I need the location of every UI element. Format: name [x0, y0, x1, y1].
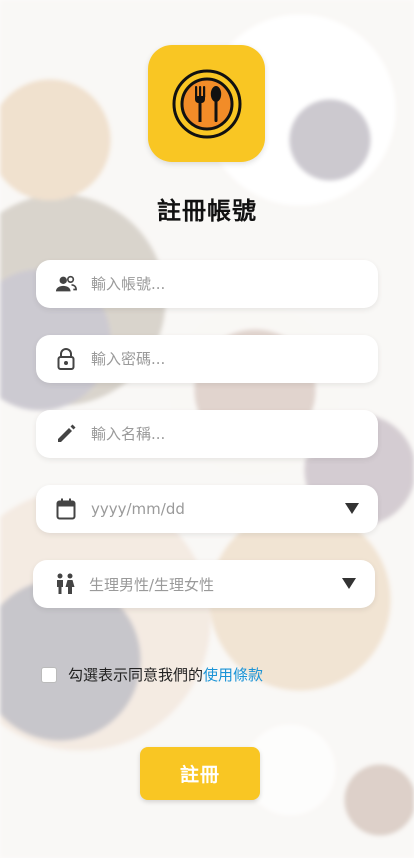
gender-placeholder: 生理男性/生理女性 — [89, 575, 215, 594]
birthday-placeholder: yyyy/mm/dd — [91, 500, 185, 518]
page-title: 註冊帳號 — [157, 197, 257, 225]
terms-checkbox[interactable] — [41, 666, 57, 683]
password-field[interactable] — [36, 335, 378, 383]
terms-agreement: 勾選表示同意我們的 使用條款 — [41, 664, 263, 685]
account-input[interactable] — [91, 275, 321, 293]
male-female-icon — [54, 573, 76, 595]
name-field[interactable] — [36, 410, 378, 458]
calendar-icon — [55, 498, 77, 520]
birthday-picker[interactable]: yyyy/mm/dd — [36, 485, 378, 533]
lock-icon — [55, 348, 77, 370]
account-field[interactable] — [36, 260, 378, 308]
password-input[interactable] — [91, 350, 321, 368]
register-screen: 註冊帳號 輸入帳號... 輸入名稱... yyyy/mm/dd 生理男性/生理女… — [0, 0, 414, 858]
terms-text: 勾選表示同意我們的 — [68, 666, 204, 684]
pencil-icon — [55, 423, 77, 445]
register-button[interactable]: 註冊 — [140, 747, 260, 800]
caret-down-icon[interactable] — [342, 578, 356, 589]
app-logo — [148, 45, 265, 162]
caret-down-icon[interactable] — [345, 503, 359, 514]
fork-spoon-plate-icon — [172, 69, 241, 138]
gender-select[interactable]: 生理男性/生理女性 — [33, 560, 375, 608]
terms-link[interactable]: 使用條款 — [203, 664, 263, 685]
user-group-icon — [55, 273, 77, 295]
name-input[interactable] — [91, 425, 321, 443]
